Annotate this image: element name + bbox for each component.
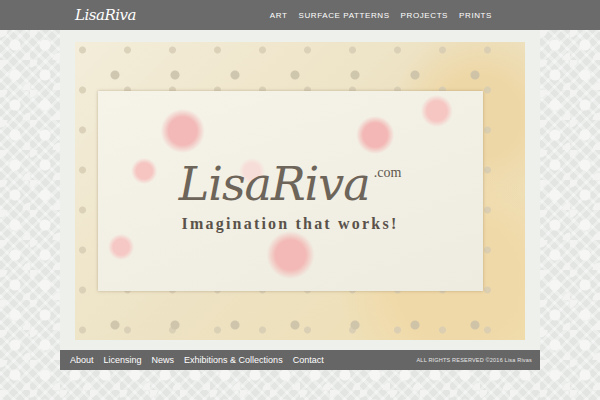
main-nav: ART SURFACE PATTERNS PROJECTS PRINTS bbox=[270, 11, 492, 20]
hero-banner: LisaRiva.com Imagination that works! bbox=[75, 42, 525, 340]
nav-item[interactable]: PROJECTS bbox=[401, 11, 448, 20]
hero-panel: LisaRiva.com Imagination that works! bbox=[60, 30, 540, 350]
nav-item[interactable]: ART bbox=[270, 11, 288, 20]
hero-suffix: .com bbox=[374, 165, 402, 181]
hero-title: LisaRiva bbox=[179, 159, 370, 210]
footer-link[interactable]: Licensing bbox=[104, 355, 142, 365]
nav-item[interactable]: SURFACE PATTERNS bbox=[298, 11, 389, 20]
copyright: ALL RIGHTS RESERVED ©2016 Lisa Rivas bbox=[417, 357, 533, 363]
footer-link[interactable]: Contact bbox=[293, 355, 324, 365]
hero-paper: LisaRiva.com Imagination that works! bbox=[98, 91, 483, 291]
nav-item[interactable]: PRINTS bbox=[459, 11, 492, 20]
hero-tagline: Imagination that works! bbox=[182, 215, 399, 233]
top-bar: LisaRiva ART SURFACE PATTERNS PROJECTS PRINT… bbox=[0, 0, 600, 30]
footer-link[interactable]: News bbox=[152, 355, 175, 365]
footer-bar: About Licensing News Exhibitions & Collecti… bbox=[60, 350, 540, 370]
footer-link[interactable]: Exhibitions & Collections bbox=[184, 355, 283, 365]
site-logo[interactable]: LisaRiva bbox=[75, 6, 136, 24]
footer-link[interactable]: About bbox=[70, 355, 94, 365]
hero-title-row: LisaRiva.com bbox=[179, 159, 402, 210]
footer-links: About Licensing News Exhibitions & Collecti… bbox=[70, 355, 324, 365]
